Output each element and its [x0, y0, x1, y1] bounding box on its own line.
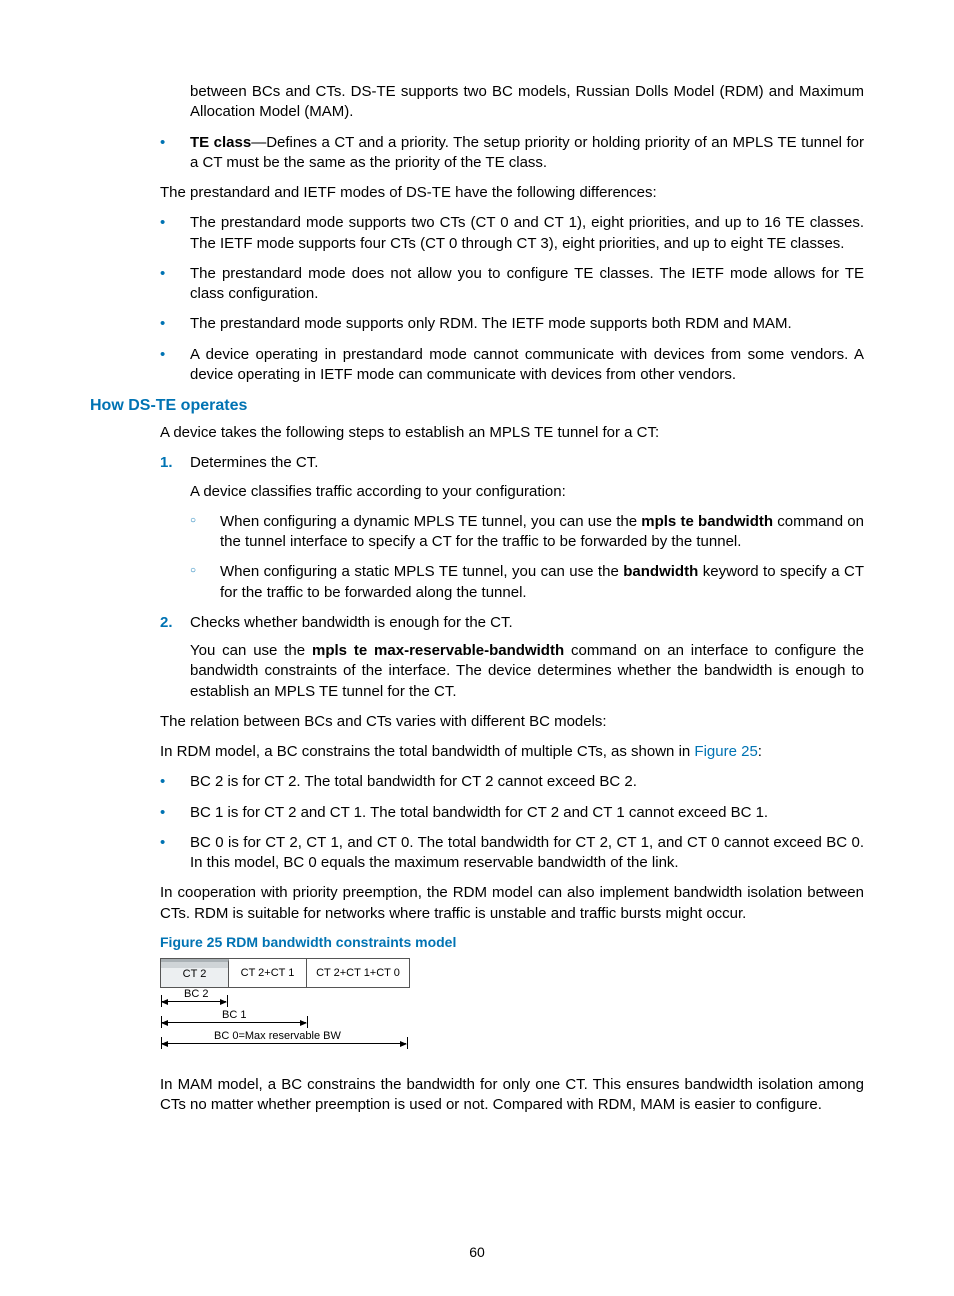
bc-cell-ct2ct1: CT 2+CT 1	[229, 959, 307, 987]
text-run: When configuring a static MPLS TE tunnel…	[220, 563, 623, 580]
term: TE class	[190, 134, 251, 151]
list-item: TE class—Defines a CT and a priority. Th…	[90, 133, 864, 174]
label-bc2: BC 2	[182, 988, 210, 1000]
step-text: Checks whether bandwidth is enough for t…	[190, 614, 513, 631]
sub-paragraph: You can use the mpls te max-reservable-b…	[190, 641, 864, 702]
list-item: Checks whether bandwidth is enough for t…	[90, 613, 864, 702]
arrow-bc0: BC 0=Max reservable BW	[160, 1033, 410, 1051]
paragraph: The relation between BCs and CTs varies …	[160, 712, 864, 732]
numbered-list: Determines the CT. A device classifies t…	[90, 453, 864, 702]
label-bc0: BC 0=Max reservable BW	[212, 1030, 343, 1042]
list-item: The prestandard mode supports only RDM. …	[90, 314, 864, 334]
definition-text: —Defines a CT and a priority. The setup …	[190, 134, 864, 171]
list-item: BC 0 is for CT 2, CT 1, and CT 0. The to…	[90, 833, 864, 874]
paragraph: In cooperation with priority preemption,…	[160, 883, 864, 924]
paragraph: A device takes the following steps to es…	[160, 423, 864, 443]
text-run: :	[758, 743, 762, 760]
arrow-bc2: BC 2	[160, 991, 410, 1009]
list-item: A device operating in prestandard mode c…	[90, 345, 864, 386]
paragraph: The prestandard and IETF modes of DS-TE …	[160, 183, 864, 203]
arrow-bc1: BC 1	[160, 1012, 410, 1030]
paragraph: In MAM model, a BC constrains the bandwi…	[160, 1075, 864, 1116]
figure-caption: Figure 25 RDM bandwidth constraints mode…	[160, 934, 864, 950]
list-item: When configuring a static MPLS TE tunnel…	[190, 562, 864, 603]
list-item: Determines the CT. A device classifies t…	[90, 453, 864, 603]
command-text: mpls te bandwidth	[641, 513, 773, 530]
paragraph: between BCs and CTs. DS-TE supports two …	[190, 82, 864, 123]
figure-reference-link[interactable]: Figure 25	[694, 743, 757, 760]
document-page: between BCs and CTs. DS-TE supports two …	[0, 0, 954, 1296]
sub-list: When configuring a dynamic MPLS TE tunne…	[190, 512, 864, 603]
text-run: When configuring a dynamic MPLS TE tunne…	[220, 513, 641, 530]
list-item: The prestandard mode does not allow you …	[90, 264, 864, 305]
bc-cell-ct2ct1ct0: CT 2+CT 1+CT 0	[307, 959, 409, 987]
bullet-list: TE class—Defines a CT and a priority. Th…	[90, 133, 864, 174]
paragraph: In RDM model, a BC constrains the total …	[160, 742, 864, 762]
command-text: mpls te max-reservable-bandwidth	[312, 642, 564, 659]
text-run: In RDM model, a BC constrains the total …	[160, 743, 694, 760]
list-item: BC 1 is for CT 2 and CT 1. The total ban…	[90, 803, 864, 823]
text-run: You can use the	[190, 642, 312, 659]
bullet-list: The prestandard mode supports two CTs (C…	[90, 213, 864, 385]
section-heading: How DS-TE operates	[90, 397, 864, 415]
bc-box: CT 2 CT 2+CT 1 CT 2+CT 1+CT 0	[160, 958, 410, 988]
list-item: BC 2 is for CT 2. The total bandwidth fo…	[90, 772, 864, 792]
figure-diagram: CT 2 CT 2+CT 1 CT 2+CT 1+CT 0 BC 2 BC 1 …	[160, 958, 410, 1051]
list-item: The prestandard mode supports two CTs (C…	[90, 213, 864, 254]
sub-paragraph: A device classifies traffic according to…	[190, 482, 864, 502]
bc-cell-ct2: CT 2	[161, 959, 229, 987]
command-text: bandwidth	[623, 563, 698, 580]
label-bc1: BC 1	[220, 1009, 248, 1021]
page-number: 60	[0, 1244, 954, 1260]
step-text: Determines the CT.	[190, 454, 318, 471]
list-item: When configuring a dynamic MPLS TE tunne…	[190, 512, 864, 553]
bullet-list: BC 2 is for CT 2. The total bandwidth fo…	[90, 772, 864, 873]
